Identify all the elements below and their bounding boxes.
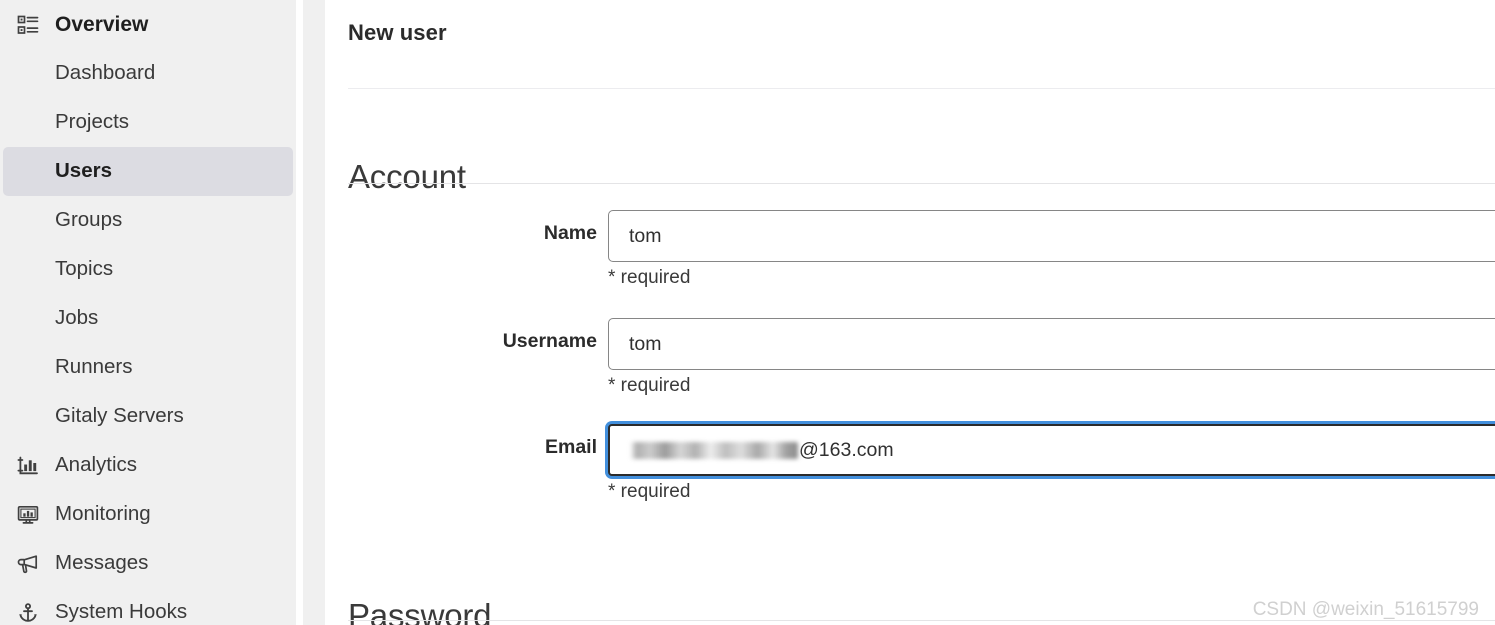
sidebar-item-label: Projects <box>55 110 130 134</box>
name-input[interactable]: tom <box>608 210 1495 262</box>
username-input[interactable]: tom <box>608 318 1495 370</box>
app-root: Overview Dashboard Projects Users Groups Topi… <box>0 0 1495 625</box>
name-label: Name <box>543 222 597 244</box>
watermark: CSDN @weixin_51615799 <box>1252 599 1479 620</box>
email-input-value: @163.com <box>799 438 894 461</box>
sidebar-item-label: Analytics <box>55 453 138 477</box>
sidebar-item-label: System Hooks <box>55 600 188 624</box>
megaphone-icon <box>15 551 41 577</box>
sidebar-nav-list: Overview Dashboard Projects Users Groups Topi… <box>0 0 296 625</box>
name-input-value: tom <box>629 224 662 247</box>
sidebar-item-jobs[interactable]: Jobs <box>3 294 293 343</box>
page-title: New user <box>348 20 447 45</box>
username-input-value: tom <box>629 332 662 355</box>
sidebar-item-messages[interactable]: Messages <box>3 539 293 588</box>
sidebar-item-groups[interactable]: Groups <box>3 196 293 245</box>
sidebar-item-system-hooks[interactable]: System Hooks <box>3 588 293 625</box>
email-required-note: * required <box>608 481 691 502</box>
email-redacted-prefix <box>630 441 798 459</box>
bar-chart-icon <box>15 453 41 479</box>
sidebar-item-monitoring[interactable]: Monitoring <box>3 490 293 539</box>
form-row-name: Name tom * required <box>325 210 1495 288</box>
section-heading-account: Account <box>348 158 466 196</box>
sidebar-item-label: Topics <box>55 257 114 281</box>
username-required-note: * required <box>608 375 691 396</box>
name-required-note: * required <box>608 267 691 288</box>
sidebar-item-topics[interactable]: Topics <box>3 245 293 294</box>
sidebar-item-projects[interactable]: Projects <box>3 98 293 147</box>
sidebar-item-dashboard[interactable]: Dashboard <box>3 49 293 98</box>
sidebar-item-label: Overview <box>55 13 149 36</box>
list-grid-icon <box>15 12 41 38</box>
title-divider <box>348 88 1495 89</box>
monitor-icon <box>15 502 41 528</box>
email-label: Email <box>544 436 597 458</box>
sidebar-item-users[interactable]: Users <box>3 147 293 196</box>
sidebar-item-label: Messages <box>55 551 149 575</box>
sidebar-scrollbar-track[interactable] <box>303 0 628 625</box>
username-label: Username <box>502 330 597 352</box>
sidebar-item-label: Users <box>55 159 112 183</box>
sidebar-item-label: Monitoring <box>55 502 151 526</box>
anchor-icon <box>15 600 41 625</box>
sidebar-item-label: Groups <box>55 208 123 232</box>
form-row-username: Username tom * required <box>325 318 1495 396</box>
form-row-email: Email @163.com * required <box>325 424 1495 502</box>
sidebar-item-overview[interactable]: Overview <box>3 0 293 49</box>
email-input[interactable]: @163.com <box>608 424 1495 476</box>
sidebar-item-label: Dashboard <box>55 61 156 85</box>
sidebar-item-gitaly-servers[interactable]: Gitaly Servers <box>3 392 293 441</box>
sidebar-item-runners[interactable]: Runners <box>3 343 293 392</box>
sidebar-item-label: Runners <box>55 355 133 379</box>
sidebar-item-analytics[interactable]: Analytics <box>3 441 293 490</box>
sidebar-item-label: Gitaly Servers <box>55 404 184 428</box>
sidebar: Overview Dashboard Projects Users Groups Topi… <box>0 0 296 625</box>
main-content: New user Account Name tom * required Use… <box>325 0 1495 625</box>
account-divider <box>348 183 1495 184</box>
sidebar-item-label: Jobs <box>55 306 99 330</box>
